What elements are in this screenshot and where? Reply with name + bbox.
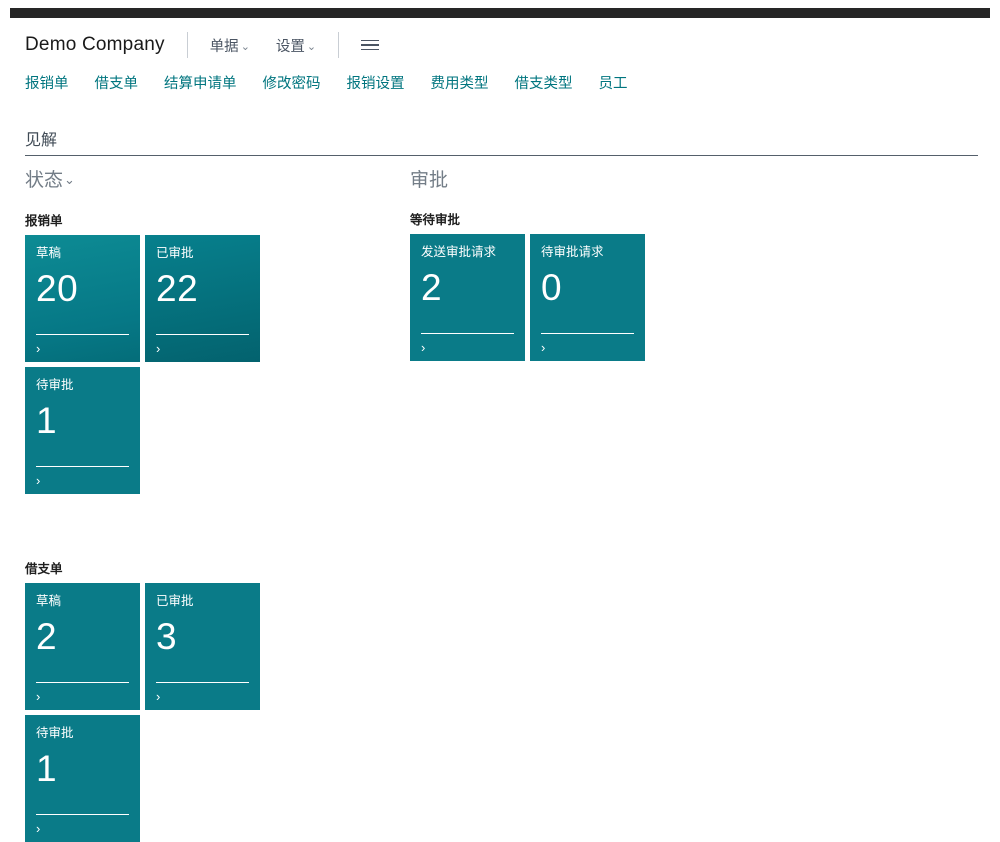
hamburger-line — [361, 40, 379, 42]
nav-link-advance-requests[interactable]: 借支单 — [95, 72, 139, 93]
tile-label: 已审批 — [156, 245, 249, 261]
header-divider-1 — [187, 32, 188, 58]
chevron-right-icon: › — [36, 474, 40, 488]
tile-underline — [36, 814, 129, 815]
approval-column: 审批 等待审批 发送审批请求 2 › 待审批请求 0 › — [410, 168, 790, 361]
chevron-right-icon: › — [36, 342, 40, 356]
page-title-divider — [25, 155, 978, 156]
tile-underline — [421, 333, 514, 334]
status-column: 状态 ⌄ 报销单 草稿 20 › 已审批 22 › 待审批 1 › 借支单 草稿 — [25, 168, 395, 842]
tile-expense-approved[interactable]: 已审批 22 › — [145, 235, 260, 362]
tile-label: 已审批 — [156, 593, 249, 609]
tile-value: 1 — [36, 401, 129, 441]
tile-pending-approval-requests[interactable]: 待审批请求 0 › — [530, 234, 645, 361]
tile-label: 草稿 — [36, 245, 129, 261]
tile-value: 2 — [421, 268, 514, 308]
tile-row-expense-claims: 草稿 20 › 已审批 22 › 待审批 1 › — [25, 235, 265, 494]
tile-value: 22 — [156, 269, 249, 309]
header-divider-2 — [338, 32, 339, 58]
tile-advance-approved[interactable]: 已审批 3 › — [145, 583, 260, 710]
brand-title: Demo Company — [25, 34, 165, 56]
header-menu-settings-label: 设置 — [276, 35, 305, 56]
nav-link-expense-settings[interactable]: 报销设置 — [347, 72, 405, 93]
primary-nav: 报销单 借支单 结算申请单 修改密码 报销设置 费用类型 借支类型 员工 — [25, 72, 628, 93]
tile-label: 发送审批请求 — [421, 244, 514, 260]
tile-value: 1 — [36, 749, 129, 789]
nav-link-employees[interactable]: 员工 — [599, 72, 628, 93]
hamburger-line — [361, 44, 379, 46]
group-spacer — [25, 494, 395, 543]
chevron-right-icon: › — [156, 690, 160, 704]
tile-advance-draft[interactable]: 草稿 2 › — [25, 583, 140, 710]
header-menu-documents[interactable]: 单据 ⌄ — [210, 35, 250, 56]
header-menu-settings[interactable]: 设置 ⌄ — [276, 35, 316, 56]
nav-link-advance-types[interactable]: 借支类型 — [515, 72, 573, 93]
tile-label: 待审批请求 — [541, 244, 634, 260]
tile-underline — [36, 682, 129, 683]
tile-label: 待审批 — [36, 377, 129, 393]
top-black-bar — [10, 8, 990, 18]
tile-row-awaiting-approval: 发送审批请求 2 › 待审批请求 0 › — [410, 234, 653, 361]
header-menu: 单据 ⌄ 设置 ⌄ — [210, 35, 316, 56]
approval-column-heading-label: 审批 — [410, 168, 448, 194]
tile-value: 20 — [36, 269, 129, 309]
tile-underline — [36, 334, 129, 335]
hamburger-menu-icon[interactable] — [361, 40, 379, 51]
tile-expense-pending[interactable]: 待审批 1 › — [25, 367, 140, 494]
nav-link-change-password[interactable]: 修改密码 — [263, 72, 321, 93]
tile-underline — [156, 334, 249, 335]
nav-link-expense-types[interactable]: 费用类型 — [431, 72, 489, 93]
tile-row-advance-requests: 草稿 2 › 已审批 3 › 待审批 1 › — [25, 583, 265, 842]
tile-underline — [541, 333, 634, 334]
tile-expense-draft[interactable]: 草稿 20 › — [25, 235, 140, 362]
chevron-right-icon: › — [156, 342, 160, 356]
chevron-down-icon: ⌄ — [64, 167, 75, 193]
header-menu-documents-label: 单据 — [210, 35, 239, 56]
chevron-down-icon: ⌄ — [241, 42, 250, 53]
status-column-heading[interactable]: 状态 ⌄ — [25, 168, 75, 195]
group-label-awaiting-approval: 等待审批 — [410, 213, 790, 228]
tile-underline — [156, 682, 249, 683]
chevron-right-icon: › — [36, 822, 40, 836]
chevron-down-icon: ⌄ — [307, 42, 316, 53]
approval-column-heading: 审批 — [410, 168, 448, 194]
tile-value: 3 — [156, 617, 249, 657]
app-header: Demo Company 单据 ⌄ 设置 ⌄ — [0, 26, 1000, 64]
hamburger-line — [361, 49, 379, 51]
tile-sent-approval-requests[interactable]: 发送审批请求 2 › — [410, 234, 525, 361]
tile-underline — [36, 466, 129, 467]
chevron-right-icon: › — [541, 341, 545, 355]
tile-label: 待审批 — [36, 725, 129, 741]
group-label-expense-claims: 报销单 — [25, 214, 395, 229]
chevron-right-icon: › — [36, 690, 40, 704]
status-column-heading-label: 状态 — [25, 168, 63, 194]
nav-link-settlement-requests[interactable]: 结算申请单 — [164, 72, 237, 93]
tile-value: 2 — [36, 617, 129, 657]
chevron-right-icon: › — [421, 341, 425, 355]
tile-advance-pending[interactable]: 待审批 1 › — [25, 715, 140, 842]
group-label-advance-requests: 借支单 — [25, 562, 395, 577]
tile-value: 0 — [541, 268, 634, 308]
nav-link-expense-claims[interactable]: 报销单 — [25, 72, 69, 93]
tile-label: 草稿 — [36, 593, 129, 609]
page-title: 见解 — [25, 126, 57, 150]
